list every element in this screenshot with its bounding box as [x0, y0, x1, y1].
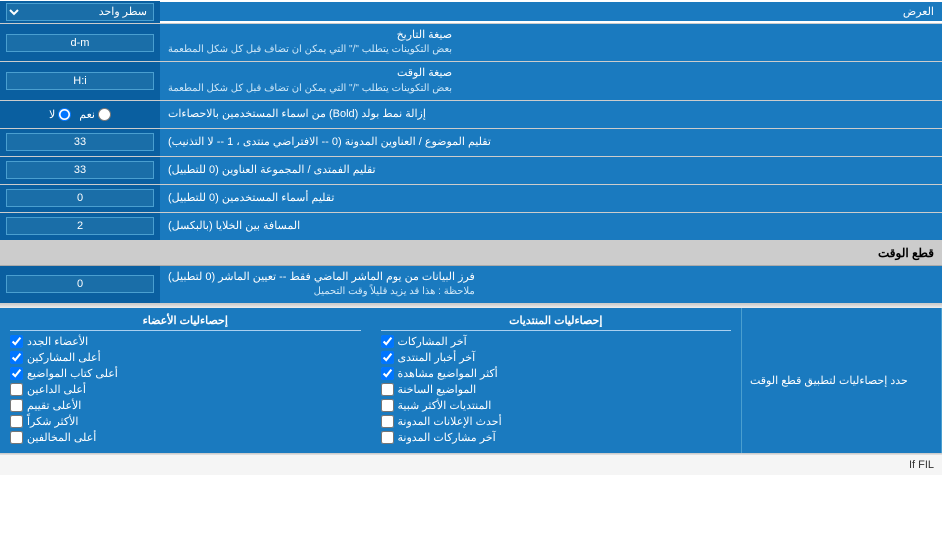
subject-sort-label: تقليم الموضوع / العناوين المدونة (0 -- ا… [160, 129, 942, 156]
stat-label-m2: أعلى كتاب المواضيع [27, 367, 118, 380]
space-between-row: المسافة بين الخلايا (بالبكسل) [0, 213, 942, 241]
stat-item-p6[interactable]: آخر مشاركات المدونة [381, 431, 732, 444]
stat-label-m0: الأعضاء الجدد [27, 335, 88, 348]
stat-check-m2[interactable] [10, 367, 23, 380]
bold-remove-radio-cell[interactable]: نعم لا [0, 101, 160, 128]
stat-item-m5[interactable]: الأكثر شكراً [10, 415, 361, 428]
stat-item-m6[interactable]: أعلى المخالفين [10, 431, 361, 444]
stat-check-p3[interactable] [381, 383, 394, 396]
date-format-input-cell[interactable] [0, 24, 160, 61]
stat-label-m5: الأكثر شكراً [27, 415, 78, 428]
space-between-input[interactable] [6, 217, 154, 235]
stat-check-p0[interactable] [381, 335, 394, 348]
cut-input[interactable] [6, 275, 154, 293]
stats-section: حدد إحصاءليات لتطبيق قطع الوقت إحصاءليات… [0, 308, 942, 454]
time-format-input[interactable] [6, 72, 154, 90]
forum-sort-label: تقليم الفمتدى / المجموعة العناوين (0 للت… [160, 157, 942, 184]
user-names-label: تقليم أسماء المستخدمين (0 للتطبيل) [160, 185, 942, 212]
stat-item-m0[interactable]: الأعضاء الجدد [10, 335, 361, 348]
members-stats-title: إحصاءليات الأعضاء [10, 314, 361, 331]
bold-remove-label: إزالة نمط بولد (Bold) من اسماء المستخدمي… [160, 101, 942, 128]
stat-check-m5[interactable] [10, 415, 23, 428]
posts-stats-col: إحصاءليات المنتديات آخر المشاركات آخر أخ… [371, 308, 743, 453]
stat-check-p6[interactable] [381, 431, 394, 444]
user-names-input-cell[interactable] [0, 185, 160, 212]
stat-item-p2[interactable]: أكثر المواضيع مشاهدة [381, 367, 732, 380]
cut-label: فرز البيانات من يوم الماشر الماضي فقط --… [160, 266, 942, 303]
stat-label-m3: أعلى الداعين [27, 383, 86, 396]
stats-limit-label: حدد إحصاءليات لتطبيق قطع الوقت [742, 308, 942, 453]
subject-sort-input[interactable] [6, 133, 154, 151]
display-select-cell[interactable]: سطر واحدسطرينثلاثة أسطر [0, 1, 160, 23]
header-label: العرض [160, 2, 942, 21]
stat-check-m4[interactable] [10, 399, 23, 412]
date-format-row: صيغة التاريخ بعض التكوينات يتطلب "/" الت… [0, 24, 942, 62]
stat-label-p5: أحدث الإعلانات المدونة [398, 415, 502, 428]
stat-label-p6: آخر مشاركات المدونة [398, 431, 496, 444]
space-between-label: المسافة بين الخلايا (بالبكسل) [160, 213, 942, 240]
date-format-label: صيغة التاريخ بعض التكوينات يتطلب "/" الت… [160, 24, 942, 61]
stat-label-p0: آخر المشاركات [398, 335, 467, 348]
radio-no-label[interactable]: لا [49, 108, 71, 121]
forum-sort-row: تقليم الفمتدى / المجموعة العناوين (0 للت… [0, 157, 942, 185]
user-names-row: تقليم أسماء المستخدمين (0 للتطبيل) [0, 185, 942, 213]
stat-label-m4: الأعلى تقييم [27, 399, 81, 412]
stat-item-p0[interactable]: آخر المشاركات [381, 335, 732, 348]
user-names-input[interactable] [6, 189, 154, 207]
stat-item-m1[interactable]: أعلى المشاركين [10, 351, 361, 364]
stat-check-p5[interactable] [381, 415, 394, 428]
bold-remove-row: إزالة نمط بولد (Bold) من اسماء المستخدمي… [0, 101, 942, 129]
stat-check-p2[interactable] [381, 367, 394, 380]
cut-input-cell[interactable] [0, 266, 160, 303]
bottom-note-text: If FIL [909, 459, 934, 471]
stat-label-m6: أعلى المخالفين [27, 431, 96, 444]
members-stats-col: إحصاءليات الأعضاء الأعضاء الجدد أعلى الم… [0, 308, 371, 453]
stat-item-p5[interactable]: أحدث الإعلانات المدونة [381, 415, 732, 428]
space-between-input-cell[interactable] [0, 213, 160, 240]
time-format-label: صيغة الوقت بعض التكوينات يتطلب "/" التي … [160, 62, 942, 99]
cut-section-header: قطع الوقت [0, 241, 942, 266]
stat-item-m4[interactable]: الأعلى تقييم [10, 399, 361, 412]
stat-check-m1[interactable] [10, 351, 23, 364]
stat-item-p3[interactable]: المواضيع الساخنة [381, 383, 732, 396]
stat-check-p4[interactable] [381, 399, 394, 412]
stat-item-p1[interactable]: آخر أخبار المنتدى [381, 351, 732, 364]
date-format-input[interactable] [6, 34, 154, 52]
display-select[interactable]: سطر واحدسطرينثلاثة أسطر [6, 3, 154, 21]
stat-check-p1[interactable] [381, 351, 394, 364]
stat-item-p4[interactable]: المنتديات الأكثر شبية [381, 399, 732, 412]
bottom-note-bar: If FIL [0, 454, 942, 475]
forum-sort-input-cell[interactable] [0, 157, 160, 184]
time-format-input-cell[interactable] [0, 62, 160, 99]
stat-check-m3[interactable] [10, 383, 23, 396]
stat-check-m0[interactable] [10, 335, 23, 348]
radio-yes[interactable] [98, 108, 111, 121]
subject-sort-row: تقليم الموضوع / العناوين المدونة (0 -- ا… [0, 129, 942, 157]
stat-label-p4: المنتديات الأكثر شبية [398, 399, 492, 412]
stat-label-p3: المواضيع الساخنة [398, 383, 477, 396]
stat-item-m3[interactable]: أعلى الداعين [10, 383, 361, 396]
time-format-row: صيغة الوقت بعض التكوينات يتطلب "/" التي … [0, 62, 942, 100]
stat-label-p2: أكثر المواضيع مشاهدة [398, 367, 498, 380]
header-row: العرض سطر واحدسطرينثلاثة أسطر [0, 0, 942, 24]
cut-row: فرز البيانات من يوم الماشر الماضي فقط --… [0, 266, 942, 304]
subject-sort-input-cell[interactable] [0, 129, 160, 156]
stat-label-m1: أعلى المشاركين [27, 351, 101, 364]
radio-no[interactable] [58, 108, 71, 121]
stat-label-p1: آخر أخبار المنتدى [398, 351, 476, 364]
radio-yes-label[interactable]: نعم [79, 108, 111, 121]
stat-item-m2[interactable]: أعلى كتاب المواضيع [10, 367, 361, 380]
stat-check-m6[interactable] [10, 431, 23, 444]
posts-stats-title: إحصاءليات المنتديات [381, 314, 732, 331]
forum-sort-input[interactable] [6, 161, 154, 179]
